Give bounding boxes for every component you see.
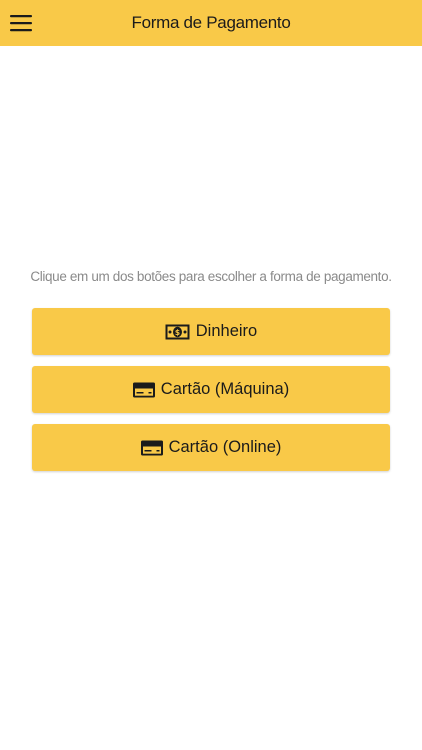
card-machine-payment-button[interactable]: Cartão (Máquina) xyxy=(32,366,390,413)
svg-text:$: $ xyxy=(175,328,180,337)
card-online-payment-button[interactable]: Cartão (Online) xyxy=(32,424,390,471)
app-header: Forma de Pagamento xyxy=(0,0,422,46)
card-online-button-label: Cartão (Online) xyxy=(168,438,282,456)
credit-card-icon xyxy=(132,382,155,398)
cash-button-label: Dinheiro xyxy=(195,322,258,340)
credit-card-icon xyxy=(140,440,163,456)
cash-payment-button[interactable]: $ Dinheiro xyxy=(32,308,390,355)
instruction-text: Clique em um dos botões para escolher a … xyxy=(30,269,392,284)
card-machine-button-label: Cartão (Máquina) xyxy=(160,380,290,398)
page-title: Forma de Pagamento xyxy=(131,13,291,32)
cash-icon: $ xyxy=(165,324,190,340)
